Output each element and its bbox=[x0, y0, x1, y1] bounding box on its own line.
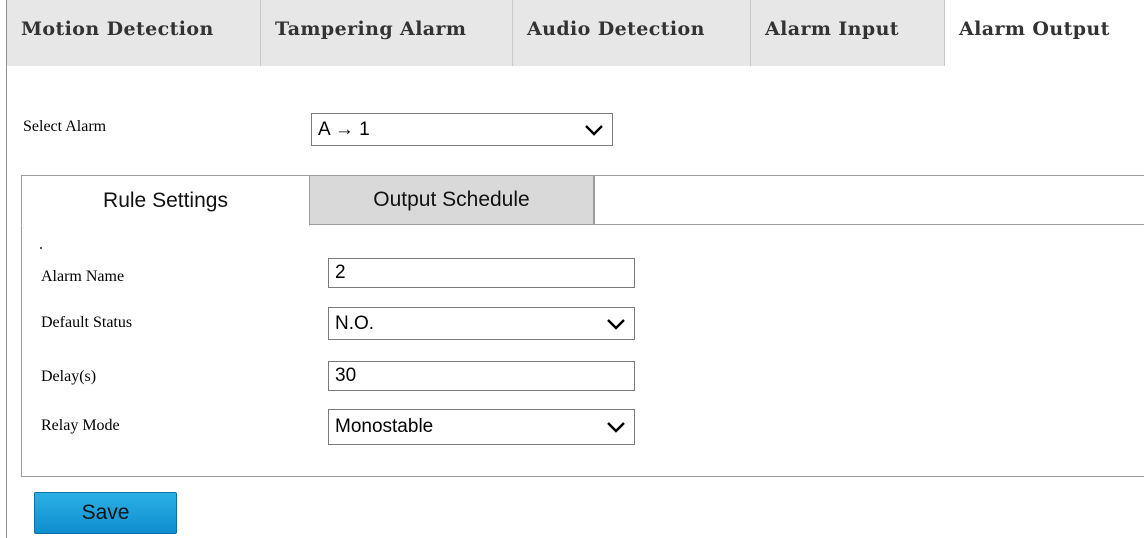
tab-tampering-alarm[interactable]: Tampering Alarm bbox=[261, 0, 513, 66]
delay-label: Delay(s) bbox=[41, 368, 97, 385]
select-alarm-label: Select Alarm bbox=[23, 118, 107, 135]
relay-mode-value: Monostable bbox=[335, 416, 434, 437]
default-status-dropdown[interactable]: N.O. bbox=[328, 307, 635, 340]
alarm-name-label: Alarm Name bbox=[41, 268, 125, 285]
select-alarm-value: A → 1 bbox=[318, 118, 370, 140]
left-border bbox=[6, 66, 7, 538]
alarm-name-value: 2 bbox=[335, 262, 346, 283]
tab-audio-detection[interactable]: Audio Detection bbox=[513, 0, 751, 66]
top-tab-bar: Motion Detection Tampering Alarm Audio D… bbox=[6, 0, 1144, 67]
tab-motion-detection[interactable]: Motion Detection bbox=[7, 0, 261, 66]
tab-rule-settings[interactable]: Rule Settings bbox=[21, 175, 310, 226]
default-status-value: N.O. bbox=[335, 312, 375, 334]
chevron-down-icon bbox=[607, 318, 625, 330]
tab-output-schedule[interactable]: Output Schedule bbox=[310, 175, 595, 225]
delay-input[interactable]: 30 bbox=[328, 361, 635, 391]
default-status-label: Default Status bbox=[41, 314, 133, 331]
tab-divider bbox=[595, 224, 1144, 225]
chevron-down-icon bbox=[585, 124, 603, 136]
tab-alarm-output[interactable]: Alarm Output bbox=[945, 0, 1144, 67]
select-alarm-dropdown[interactable]: A → 1 bbox=[311, 113, 613, 146]
dot-mark bbox=[40, 247, 42, 249]
save-button[interactable]: Save bbox=[34, 492, 177, 534]
relay-mode-dropdown[interactable]: Monostable bbox=[328, 409, 635, 445]
alarm-name-input[interactable]: 2 bbox=[328, 258, 635, 288]
tab-alarm-input[interactable]: Alarm Input bbox=[751, 0, 945, 66]
delay-value: 30 bbox=[335, 365, 357, 386]
relay-mode-label: Relay Mode bbox=[41, 417, 120, 434]
chevron-down-icon bbox=[607, 422, 625, 433]
